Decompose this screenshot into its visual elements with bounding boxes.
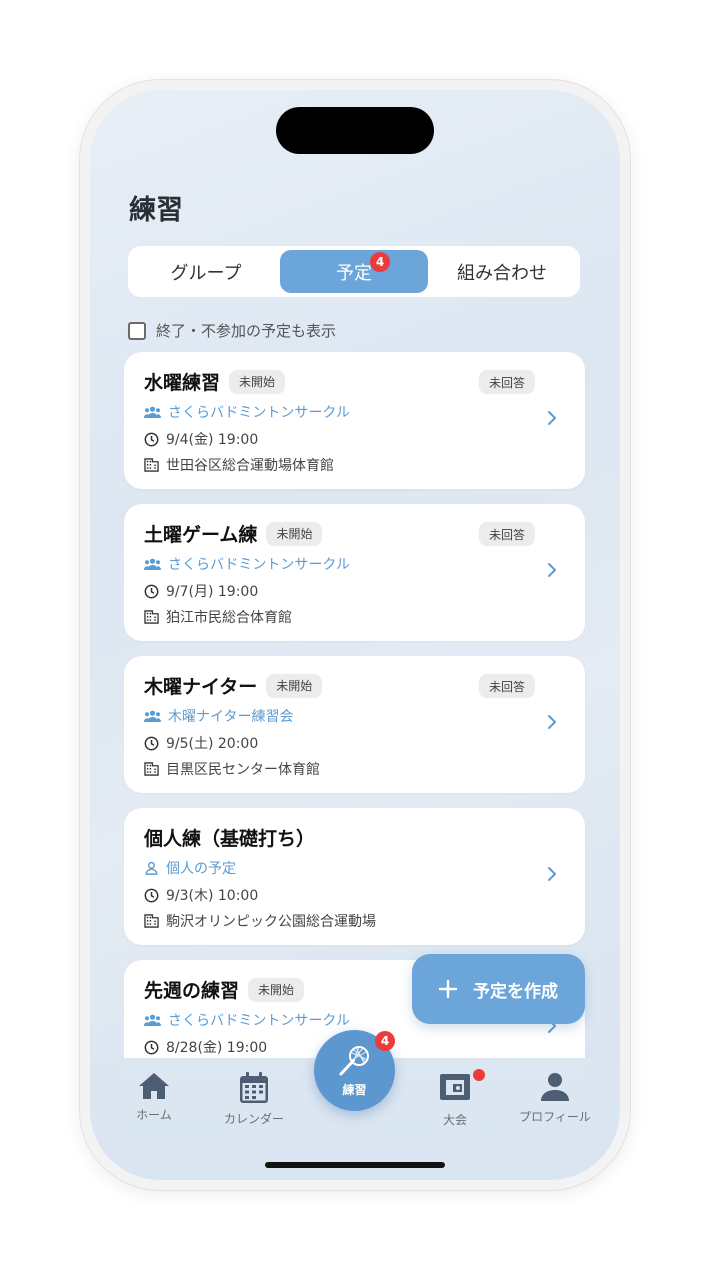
status-badge: 未開始 <box>229 369 286 394</box>
nav-practice-label: 練習 <box>342 1083 367 1097</box>
nav-profile-label: プロフィール <box>519 1110 591 1124</box>
card-group-name: さくらバドミントンサークル <box>168 405 350 421</box>
clock-icon <box>144 432 159 446</box>
group-icon <box>144 406 161 418</box>
card-datetime: 9/5(土) 20:00 <box>166 736 259 752</box>
chevron-right-icon <box>548 715 556 729</box>
card-group-name: 木曜ナイター練習会 <box>168 709 294 725</box>
response-badge: 未回答 <box>478 370 535 394</box>
group-icon <box>144 710 161 722</box>
card-venue: 世田谷区総合運動場体育館 <box>166 458 334 474</box>
dynamic-island <box>276 107 434 154</box>
card-venue: 狛江市民総合体育館 <box>166 610 292 626</box>
nav-tournament[interactable]: 大会 <box>410 1069 500 1128</box>
card-title: 先週の練習 <box>144 980 240 1002</box>
tab-groups[interactable]: グループ <box>132 250 280 293</box>
response-badge: 未回答 <box>478 674 535 698</box>
card-group-name: さくらバドミントンサークル <box>168 1013 350 1029</box>
clock-icon <box>144 584 159 598</box>
plus-icon <box>439 980 457 998</box>
building-icon <box>144 914 159 928</box>
home-icon <box>139 1073 169 1099</box>
nav-practice[interactable]: 練習 4 <box>314 1030 395 1111</box>
create-schedule-button[interactable]: 予定を作成 <box>412 954 585 1024</box>
status-badge: 未開始 <box>266 521 323 546</box>
status-badge: 未開始 <box>266 673 323 698</box>
building-icon <box>144 458 159 472</box>
nav-tournament-label: 大会 <box>442 1113 467 1127</box>
chevron-right-icon <box>548 411 556 425</box>
building-icon <box>144 610 159 624</box>
tournament-icon-wrap <box>439 1069 485 1105</box>
clock-icon <box>144 736 159 750</box>
card-title: 水曜練習 <box>144 372 221 394</box>
status-badge: 未開始 <box>248 977 305 1002</box>
clock-icon <box>144 888 159 902</box>
tab-schedule[interactable]: 予定 4 <box>280 250 428 293</box>
practice-count-badge: 4 <box>375 1031 395 1051</box>
home-indicator <box>265 1162 445 1168</box>
group-icon <box>144 1014 161 1026</box>
racket-icon <box>339 1046 369 1076</box>
chevron-right-icon <box>548 563 556 577</box>
group-icon <box>144 558 161 570</box>
card-title: 木曜ナイター <box>144 676 258 698</box>
person-icon <box>145 861 158 875</box>
segmented-control: グループ 予定 4 組み合わせ <box>128 246 580 297</box>
nav-calendar-label: カレンダー <box>223 1112 284 1126</box>
show-ended-label: 終了・不参加の予定も表示 <box>156 322 337 340</box>
show-ended-toggle[interactable]: 終了・不参加の予定も表示 <box>128 320 336 341</box>
tab-schedule-label: 予定 <box>336 262 372 284</box>
tournament-icon <box>440 1074 470 1100</box>
nav-home-label: ホーム <box>136 1108 172 1122</box>
schedule-count-badge: 4 <box>370 252 390 272</box>
card-datetime: 9/3(木) 10:00 <box>166 888 259 904</box>
building-icon <box>144 762 159 776</box>
create-schedule-label: 予定を作成 <box>473 981 558 1002</box>
page-title: 練習 <box>129 195 183 226</box>
app-screen: 練習 グループ 予定 4 組み合わせ 終了・不参加の予定も表示 水曜練習 未開始… <box>90 90 620 1180</box>
card-datetime: 9/4(金) 19:00 <box>166 432 259 448</box>
show-ended-checkbox[interactable] <box>128 321 146 340</box>
schedule-card[interactable]: 土曜ゲーム練 未開始 未回答 さくらバドミントンサークル 9/7(月) 19:0… <box>124 504 585 641</box>
nav-calendar[interactable]: カレンダー <box>209 1072 299 1127</box>
tab-groups-label: グループ <box>170 262 242 284</box>
card-datetime: 9/7(月) 19:00 <box>166 584 259 600</box>
tab-pairings[interactable]: 組み合わせ <box>428 250 576 293</box>
chevron-right-icon <box>548 867 556 881</box>
card-venue: 駒沢オリンピック公園総合運動場 <box>166 914 376 930</box>
card-title: 個人練（基礎打ち） <box>144 828 316 850</box>
nav-profile[interactable]: プロフィール <box>510 1072 600 1125</box>
card-group-name: さくらバドミントンサークル <box>168 557 350 573</box>
nav-home[interactable]: ホーム <box>109 1072 199 1123</box>
card-title: 土曜ゲーム練 <box>144 524 258 546</box>
card-venue: 目黒区民センター体育館 <box>166 762 320 778</box>
schedule-card[interactable]: 水曜練習 未開始 未回答 さくらバドミントンサークル 9/4(金) 19:00 … <box>124 352 585 489</box>
card-group-name: 個人の予定 <box>166 861 236 877</box>
response-badge: 未回答 <box>478 522 535 546</box>
card-datetime: 8/28(金) 19:00 <box>166 1040 268 1056</box>
clock-icon <box>144 1040 159 1054</box>
schedule-card[interactable]: 木曜ナイター 未開始 未回答 木曜ナイター練習会 9/5(土) 20:00 目黒… <box>124 656 585 793</box>
calendar-icon <box>240 1072 268 1103</box>
profile-icon <box>541 1073 569 1101</box>
tournament-notification-dot <box>473 1069 485 1081</box>
tab-pairings-label: 組み合わせ <box>457 262 547 284</box>
schedule-card[interactable]: 個人練（基礎打ち） 個人の予定 9/3(木) 10:00 駒沢オリンピック公園総… <box>124 808 585 945</box>
